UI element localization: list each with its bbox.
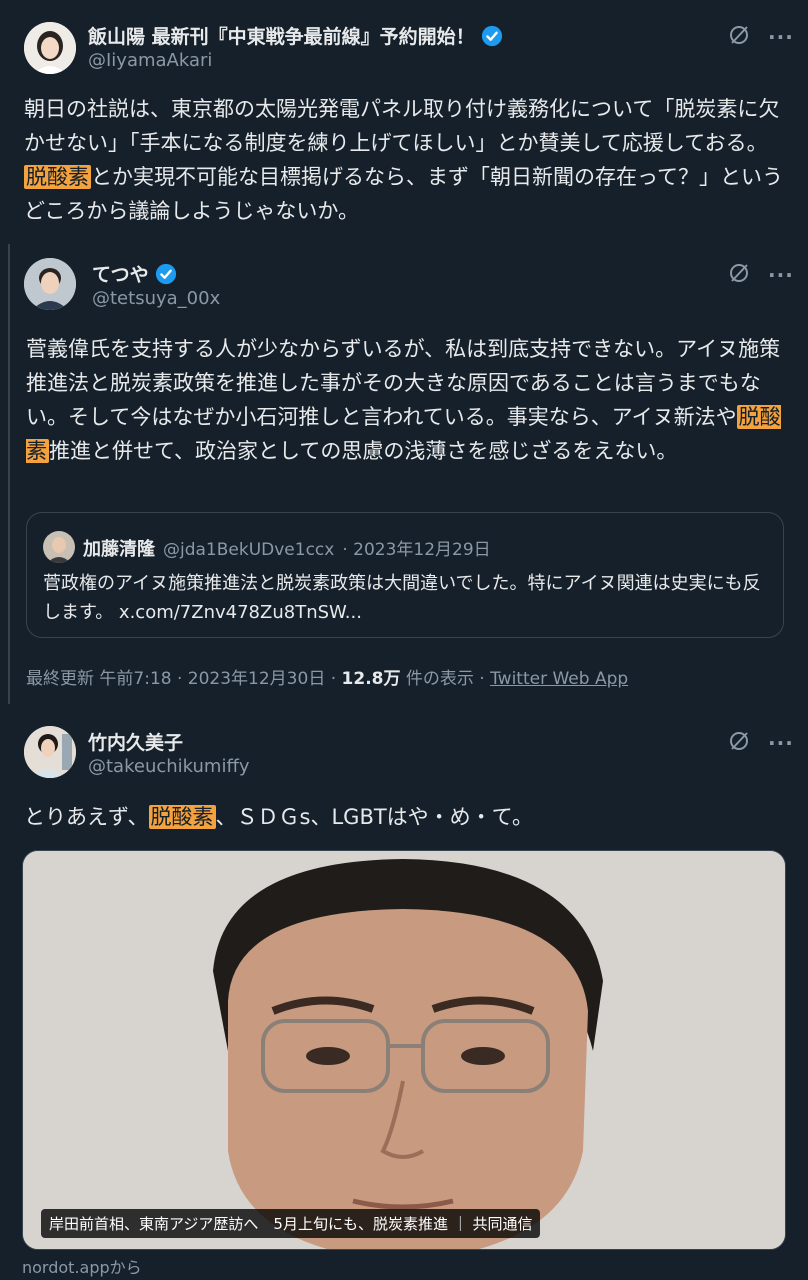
post-3: 竹内久美子 @takeuchikumiffy ··· とりあえず、脱酸素、ＳＤＧ… [0,718,808,1280]
link-card-image[interactable]: 岸田前首相、東南アジア歴訪へ 5月上旬にも、脱炭素推進 ｜ 共同通信 [22,850,786,1250]
grok-icon[interactable] [728,730,750,755]
portrait-photo [23,851,785,1249]
display-name[interactable]: てつや [92,260,149,287]
verified-badge-icon [155,263,176,284]
quoted-text: 菅政権のアイヌ施策推進法と脱炭素政策は大間違いでした。特にアイヌ関連は史実にも反… [43,573,761,623]
post-2: てつや @tetsuya_00x ··· 菅義偉氏を支持する人が少なからずいるが… [0,248,808,698]
grok-icon[interactable] [728,24,750,49]
avatar[interactable] [24,22,76,74]
more-icon[interactable]: ··· [768,27,794,47]
quoted-display-name: 加藤清隆 [83,539,155,560]
avatar-image [24,726,76,778]
display-name[interactable]: 飯山陽 最新刊『中東戦争最前線』予約開始！ [88,22,475,49]
avatar-image [24,22,76,74]
quoted-post[interactable]: 加藤清隆 @jda1BekUDve1ccx · 2023年12月29日 菅政権の… [26,512,784,638]
highlighted-term: 脱酸素 [148,805,216,829]
highlighted-term: 脱酸素 [24,165,91,189]
avatar[interactable] [24,726,76,778]
post-text: とりあえず、脱酸素、ＳＤＧs、LGBTはや・め・て。 [24,805,534,829]
more-icon[interactable]: ··· [768,733,794,753]
link-domain[interactable]: nordot.appから [22,1254,142,1278]
handle[interactable]: @tetsuya_00x [92,288,220,309]
display-name[interactable]: 竹内久美子 [88,728,183,755]
post-1: 飯山陽 最新刊『中東戦争最前線』予約開始！ @IiyamaAkari ··· 朝… [0,0,808,240]
post-text: 朝日の社説は、東京都の太陽光発電パネル取り付け義務化について「脱炭素に欠かせない… [24,97,783,223]
more-icon[interactable]: ··· [768,265,794,285]
quoted-date: · 2023年12月29日 [342,540,491,560]
view-count: 12.8万 [341,669,401,689]
source-link[interactable]: Twitter Web App [490,669,628,689]
views-label: 件の表示 · [400,669,491,689]
grok-icon[interactable] [728,262,750,287]
avatar-image [24,258,76,310]
post-meta: 最終更新 午前7:18 · 2023年12月30日 · 12.8万 件の表示 ·… [26,664,628,689]
timestamp[interactable]: 最終更新 午前7:18 · 2023年12月30日 · [26,669,342,689]
handle[interactable]: @IiyamaAkari [88,50,212,71]
post-text: 菅義偉氏を支持する人が少なからずいるが、私は到底支持できない。アイヌ施策推進法と… [26,337,781,463]
avatar [43,531,75,563]
handle[interactable]: @takeuchikumiffy [88,756,250,777]
quoted-handle: @jda1BekUDve1ccx [163,540,335,560]
verified-badge-icon [481,25,502,46]
link-card-caption: 岸田前首相、東南アジア歴訪へ 5月上旬にも、脱炭素推進 ｜ 共同通信 [41,1209,541,1238]
avatar[interactable] [24,258,76,310]
